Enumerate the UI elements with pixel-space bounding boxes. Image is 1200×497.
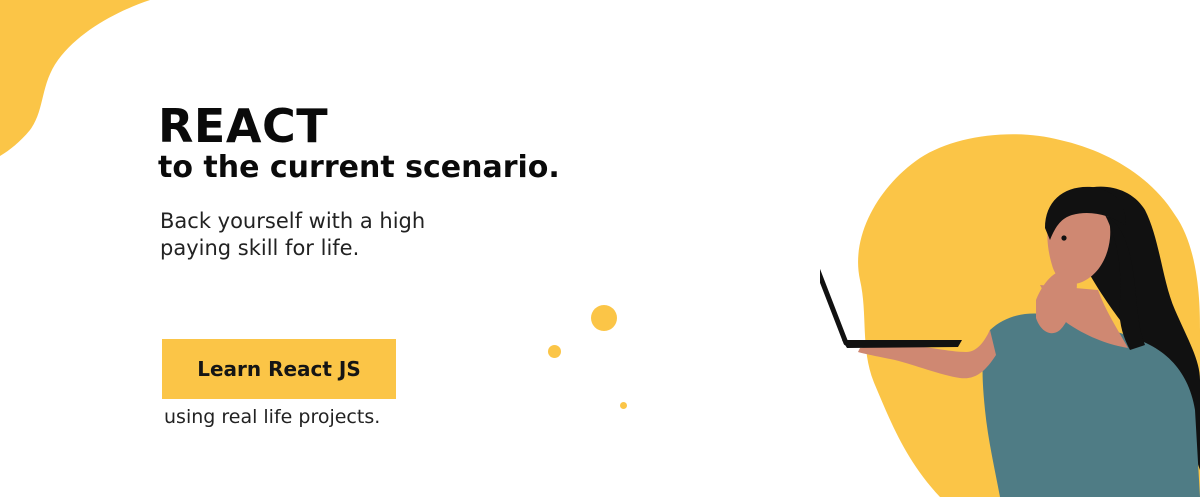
- eye: [1061, 235, 1067, 241]
- headline-subtitle: to the current scenario.: [158, 150, 560, 185]
- headline-title: REACT: [158, 99, 329, 153]
- hero-banner: REACT to the current scenario. Back your…: [0, 0, 1200, 497]
- tagline-line-2: paying skill for life.: [160, 236, 360, 260]
- decorative-dot-medium: [548, 345, 561, 358]
- cta-caption: using real life projects.: [164, 406, 381, 428]
- headline: REACT to the current scenario.: [158, 100, 560, 186]
- decorative-dot-small: [620, 402, 627, 409]
- decorative-dot-large: [591, 305, 617, 331]
- decorative-blob-top-left: [0, 0, 150, 156]
- woman-with-laptop-illustration: [820, 134, 1200, 497]
- learn-react-button[interactable]: Learn React JS: [162, 339, 396, 399]
- tagline-line-1: Back yourself with a high: [160, 209, 426, 233]
- tagline: Back yourself with a high paying skill f…: [160, 208, 480, 262]
